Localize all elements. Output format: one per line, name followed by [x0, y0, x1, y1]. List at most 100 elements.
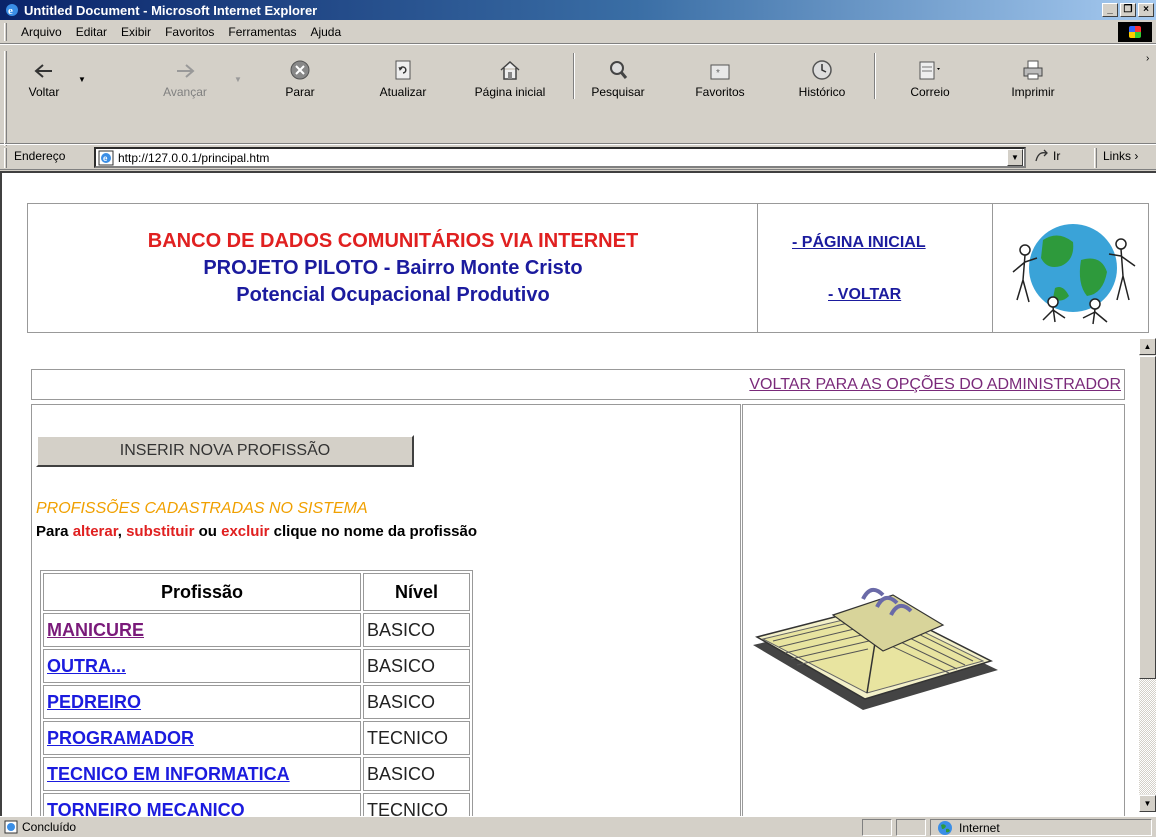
instr-alterar: alterar — [72, 523, 118, 540]
internet-globe-icon — [938, 820, 952, 835]
forward-label: Avançar — [163, 85, 207, 99]
menu-favoritos[interactable]: Favoritos — [158, 25, 221, 39]
go-arrow-icon — [1035, 149, 1048, 162]
header-line-3: Potencial Ocupacional Produtivo — [236, 284, 550, 306]
address-input[interactable]: e http://127.0.0.1/principal.htm — [94, 147, 1026, 168]
svg-text:*: * — [716, 68, 720, 79]
table-header-row: Profissão Nível — [43, 573, 470, 611]
table-row: MANICURE BASICO — [43, 613, 470, 647]
insert-profession-button[interactable]: INSERIR NOVA PROFISSÃO — [36, 435, 414, 467]
address-grip — [4, 148, 7, 168]
menu-editar[interactable]: Editar — [69, 25, 114, 39]
address-url: http://127.0.0.1/principal.htm — [118, 150, 270, 165]
maximize-button[interactable]: ❐ — [1120, 3, 1136, 17]
links-separator — [1094, 148, 1097, 168]
column-header-level: Nível — [363, 573, 470, 611]
column-header-profession: Profissão — [43, 573, 361, 611]
back-button[interactable]: Voltar — [14, 49, 74, 101]
search-icon — [610, 61, 628, 79]
profession-link[interactable]: TORNEIRO MECANICO — [47, 800, 245, 817]
menu-grip — [4, 23, 7, 41]
minimize-button[interactable]: _ — [1102, 3, 1118, 17]
instr-text: clique no nome da profissão — [269, 523, 478, 540]
stop-button[interactable]: Parar — [270, 49, 330, 101]
refresh-label: Atualizar — [379, 85, 427, 99]
window-title: Untitled Document - Microsoft Internet E… — [24, 2, 318, 18]
back-label: Voltar — [28, 85, 60, 99]
profession-link[interactable]: MANICURE — [47, 620, 144, 640]
stop-icon — [290, 60, 310, 80]
links-label: Links — [1103, 149, 1132, 163]
favorites-button[interactable]: * Favoritos — [680, 49, 760, 101]
forward-button[interactable]: Avançar — [150, 49, 220, 101]
table-row: PROGRAMADOR TECNICO — [43, 721, 470, 755]
level-cell: TECNICO — [363, 793, 470, 816]
instr-text: Para — [36, 523, 73, 540]
svg-text:e: e — [8, 5, 13, 17]
header-line-1: BANCO DE DADOS COMUNITÁRIOS VIA INTERNET — [147, 230, 639, 252]
menu-arquivo[interactable]: Arquivo — [14, 25, 69, 39]
favorites-label: Favoritos — [695, 85, 745, 99]
stop-label: Parar — [285, 85, 315, 99]
home-page-link[interactable]: - PÁGINA INICIAL — [792, 234, 926, 252]
profession-link[interactable]: TECNICO EM INFORMATICA — [47, 764, 290, 784]
menu-ajuda[interactable]: Ajuda — [303, 25, 348, 39]
header-title: BANCO DE DADOS COMUNITÁRIOS VIA INTERNET… — [28, 228, 758, 309]
back-arrow-icon — [34, 64, 52, 78]
home-button[interactable]: Página inicial — [456, 49, 564, 101]
toolbar-separator — [874, 53, 876, 99]
title-bar: e Untitled Document - Microsoft Internet… — [0, 0, 1156, 20]
profession-link[interactable]: PROGRAMADOR — [47, 728, 194, 748]
refresh-button[interactable]: Atualizar — [370, 49, 436, 101]
level-cell: BASICO — [363, 685, 470, 719]
scroll-up-icon[interactable]: ▲ — [1139, 338, 1156, 355]
windows-logo-icon — [1118, 22, 1152, 42]
address-dropdown-icon[interactable]: ▼ — [1007, 149, 1023, 166]
page-content: BANCO DE DADOS COMUNITÁRIOS VIA INTERNET… — [0, 171, 1156, 816]
mail-button[interactable]: Correio — [890, 49, 970, 101]
section-title: PROFISSÕES CADASTRADAS NO SISTEMA — [36, 500, 368, 517]
menu-bar: Arquivo Editar Exibir Favoritos Ferramen… — [0, 20, 1156, 44]
close-button[interactable]: × — [1138, 3, 1154, 17]
instr-text: ou — [194, 523, 222, 540]
printer-icon — [1023, 60, 1043, 80]
toolbar-grip — [4, 51, 7, 146]
forward-arrow-icon — [177, 64, 195, 78]
scroll-thumb[interactable] — [1139, 356, 1156, 679]
admin-options-link[interactable]: VOLTAR PARA AS OPÇÕES DO ADMINISTRADOR — [749, 376, 1121, 394]
back-dropdown-icon[interactable]: ▼ — [78, 75, 86, 84]
table-row: OUTRA... BASICO — [43, 649, 470, 683]
open-book-clipart-icon — [753, 587, 998, 710]
header-divider — [992, 204, 993, 332]
standard-toolbar: Voltar ▼ Avançar ▼ Parar Atualizar Págin… — [0, 44, 1156, 146]
header-divider — [757, 204, 758, 332]
menu-exibir[interactable]: Exibir — [114, 25, 158, 39]
print-button[interactable]: Imprimir — [1000, 49, 1066, 101]
print-label: Imprimir — [1011, 85, 1055, 99]
address-label: Endereço — [14, 149, 66, 163]
page-scrollbar[interactable]: ▲ ▼ — [1139, 338, 1156, 812]
forward-dropdown-icon[interactable]: ▼ — [234, 75, 242, 84]
header-box: BANCO DE DADOS COMUNITÁRIOS VIA INTERNET… — [27, 203, 1149, 333]
level-cell: BASICO — [363, 757, 470, 791]
toolbar-overflow-icon[interactable]: › — [1146, 53, 1149, 64]
globe-people-icon — [1012, 224, 1136, 325]
history-button[interactable]: Histórico — [785, 49, 859, 101]
profession-link[interactable]: OUTRA... — [47, 656, 126, 676]
go-label: Ir — [1053, 149, 1061, 163]
history-icon — [812, 60, 832, 80]
address-bar: Endereço e http://127.0.0.1/principal.ht… — [0, 144, 1156, 170]
scroll-down-icon[interactable]: ▼ — [1139, 795, 1156, 812]
search-button[interactable]: Pesquisar — [578, 49, 658, 101]
professions-table: Profissão Nível MANICURE BASICO OUTRA...… — [40, 570, 473, 816]
menu-ferramentas[interactable]: Ferramentas — [221, 25, 303, 39]
mail-label: Correio — [910, 85, 950, 99]
mail-icon — [919, 61, 940, 80]
profession-link[interactable]: PEDREIRO — [47, 692, 141, 712]
favorites-icon: * — [710, 64, 730, 80]
go-button[interactable]: Ir — [1034, 149, 1060, 163]
scroll-track[interactable] — [1139, 679, 1156, 794]
links-button[interactable]: Links › — [1103, 149, 1138, 163]
status-text: Concluído — [22, 820, 77, 834]
back-link[interactable]: - VOLTAR — [828, 286, 901, 304]
